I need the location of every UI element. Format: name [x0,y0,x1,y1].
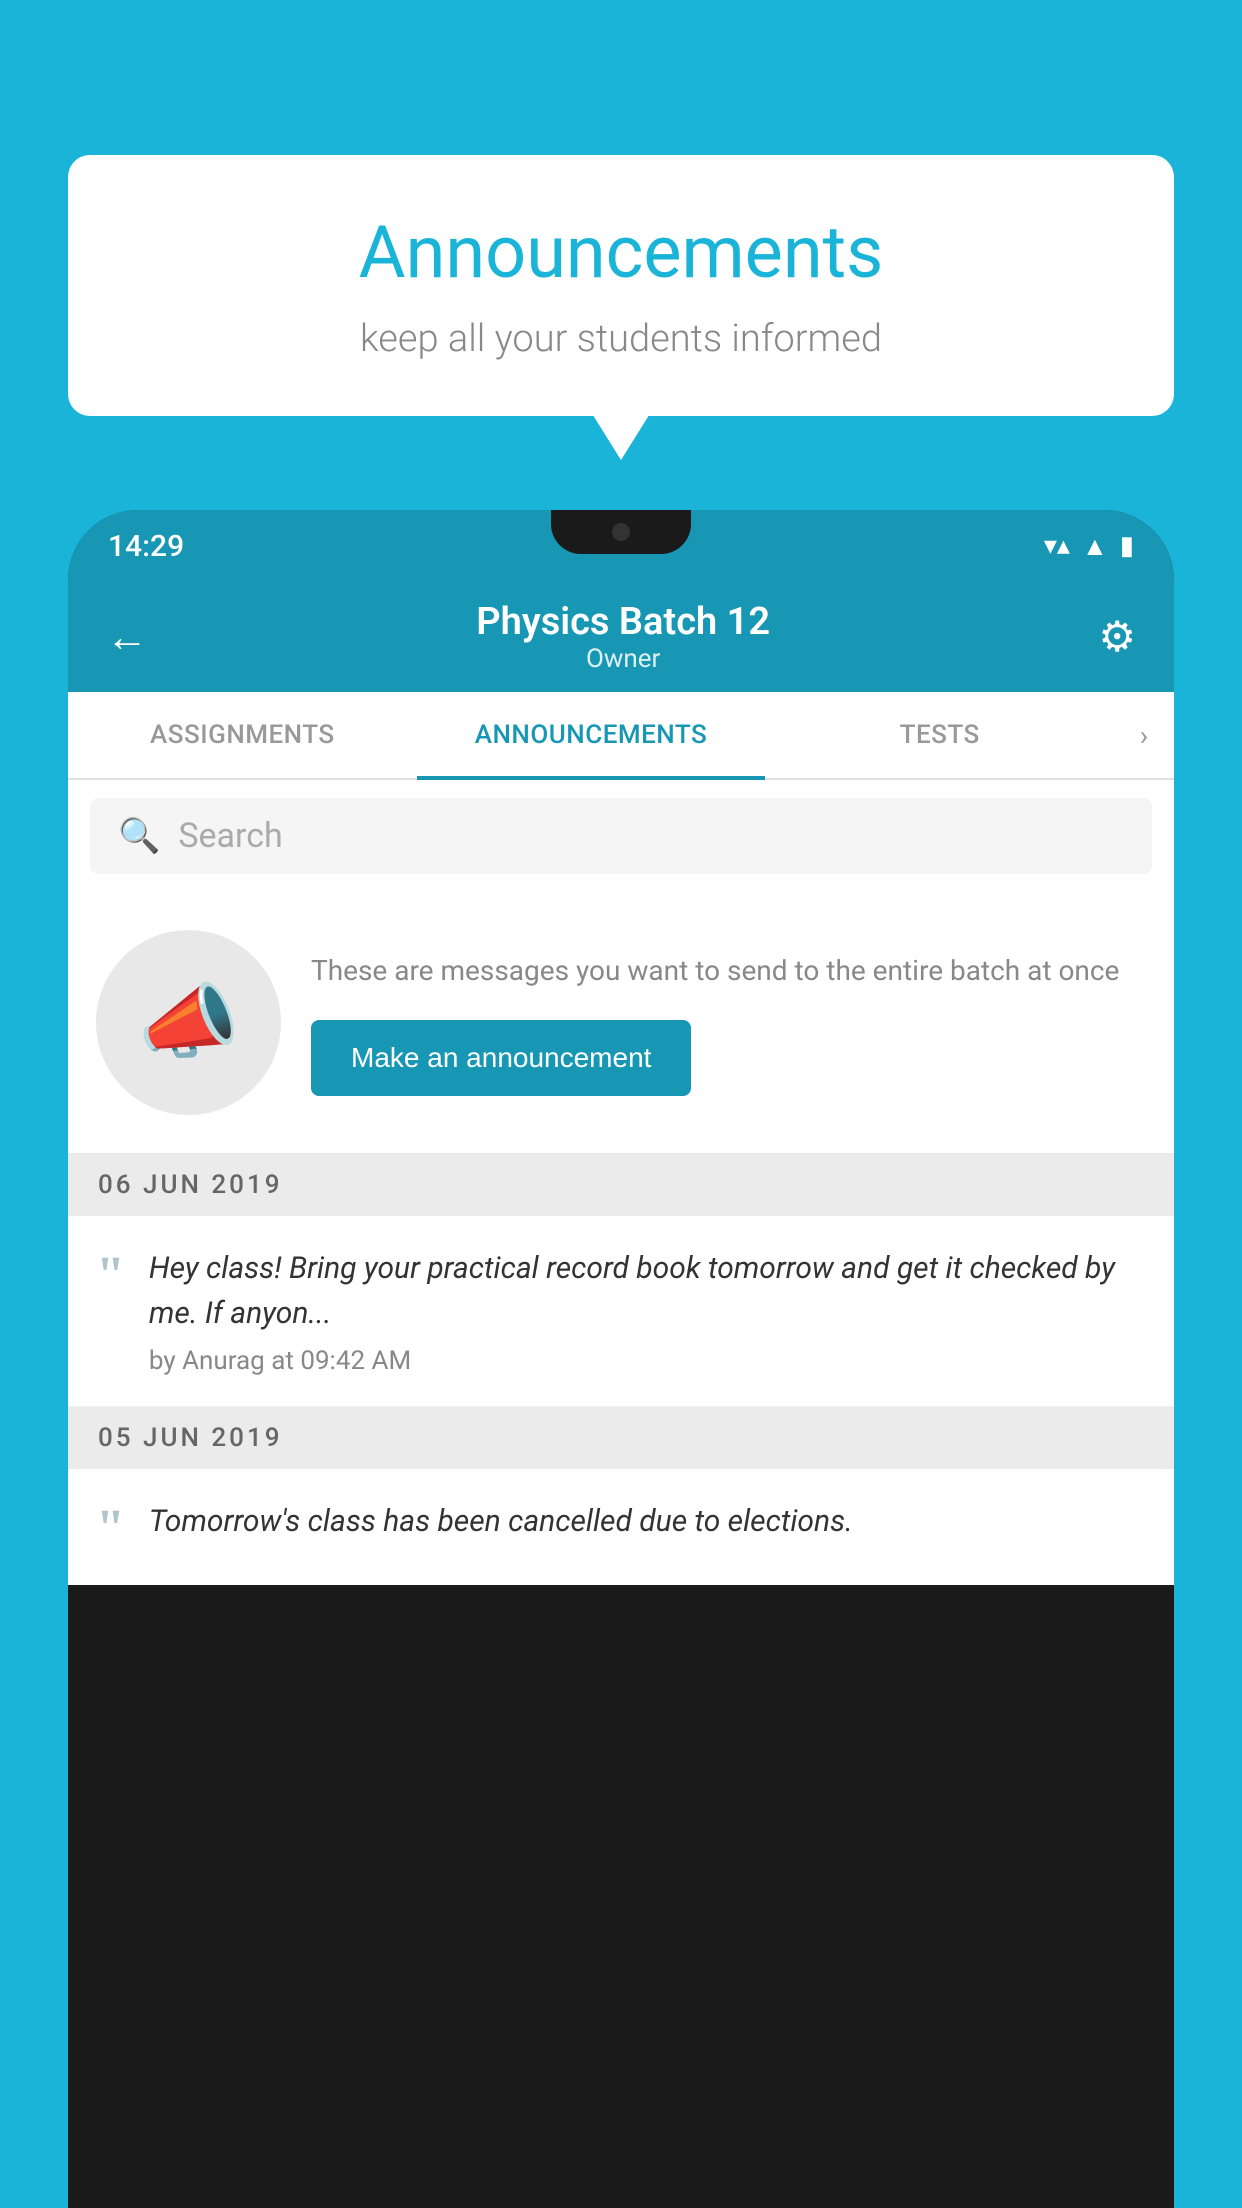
tab-announcements[interactable]: ANNOUNCEMENTS [417,692,766,778]
tab-more-icon[interactable]: › [1114,692,1174,778]
phone-content: ASSIGNMENTS ANNOUNCEMENTS TESTS › 🔍 Sear… [68,692,1174,1585]
tab-tests[interactable]: TESTS [765,692,1114,778]
announcement-body-2: Tomorrow's class has been cancelled due … [149,1499,1146,1554]
phone-notch [551,510,691,554]
quote-icon-2: " [96,1503,125,1555]
speech-bubble: Announcements keep all your students inf… [68,155,1174,416]
status-icons: ▾▴ ▲ ▮ [1044,531,1134,562]
announcement-item-2[interactable]: " Tomorrow's class has been cancelled du… [68,1469,1174,1585]
owner-label: Owner [148,644,1098,674]
announcement-item-1[interactable]: " Hey class! Bring your practical record… [68,1216,1174,1407]
battery-icon: ▮ [1120,531,1134,561]
back-button[interactable]: ← [106,613,148,662]
tabs-bar: ASSIGNMENTS ANNOUNCEMENTS TESTS › [68,692,1174,780]
batch-title: Physics Batch 12 [148,600,1098,644]
bubble-title: Announcements [128,210,1114,295]
date-separator-2: 05 JUN 2019 [68,1407,1174,1469]
header-center: Physics Batch 12 Owner [148,600,1098,674]
tab-assignments[interactable]: ASSIGNMENTS [68,692,417,778]
search-icon: 🔍 [118,816,160,856]
phone-frame: 14:29 ▾▴ ▲ ▮ ← Physics Batch 12 Owner ⚙ … [68,510,1174,2208]
wifi-icon: ▾▴ [1044,531,1070,561]
announcement-text-2: Tomorrow's class has been cancelled due … [149,1499,1146,1544]
camera-dot [612,523,630,541]
settings-icon[interactable]: ⚙ [1098,612,1136,662]
bubble-subtitle: keep all your students informed [128,317,1114,361]
speech-bubble-section: Announcements keep all your students inf… [68,155,1174,416]
search-container: 🔍 Search [68,780,1174,892]
quote-icon-1: " [96,1250,125,1302]
promo-section: 📣 These are messages you want to send to… [68,892,1174,1154]
megaphone-icon: 📣 [137,975,239,1071]
promo-icon-circle: 📣 [96,930,281,1115]
announcement-meta-1: by Anurag at 09:42 AM [149,1346,1146,1376]
signal-icon: ▲ [1082,531,1108,562]
make-announcement-button[interactable]: Make an announcement [311,1020,691,1096]
search-bar[interactable]: 🔍 Search [90,798,1152,874]
status-time: 14:29 [108,529,184,564]
date-separator-1: 06 JUN 2019 [68,1154,1174,1216]
announcement-body-1: Hey class! Bring your practical record b… [149,1246,1146,1376]
status-bar: 14:29 ▾▴ ▲ ▮ [68,510,1174,582]
promo-content: These are messages you want to send to t… [311,950,1146,1096]
announcement-text-1: Hey class! Bring your practical record b… [149,1246,1146,1336]
app-header: ← Physics Batch 12 Owner ⚙ [68,582,1174,692]
promo-description: These are messages you want to send to t… [311,950,1146,992]
search-placeholder: Search [178,816,282,856]
